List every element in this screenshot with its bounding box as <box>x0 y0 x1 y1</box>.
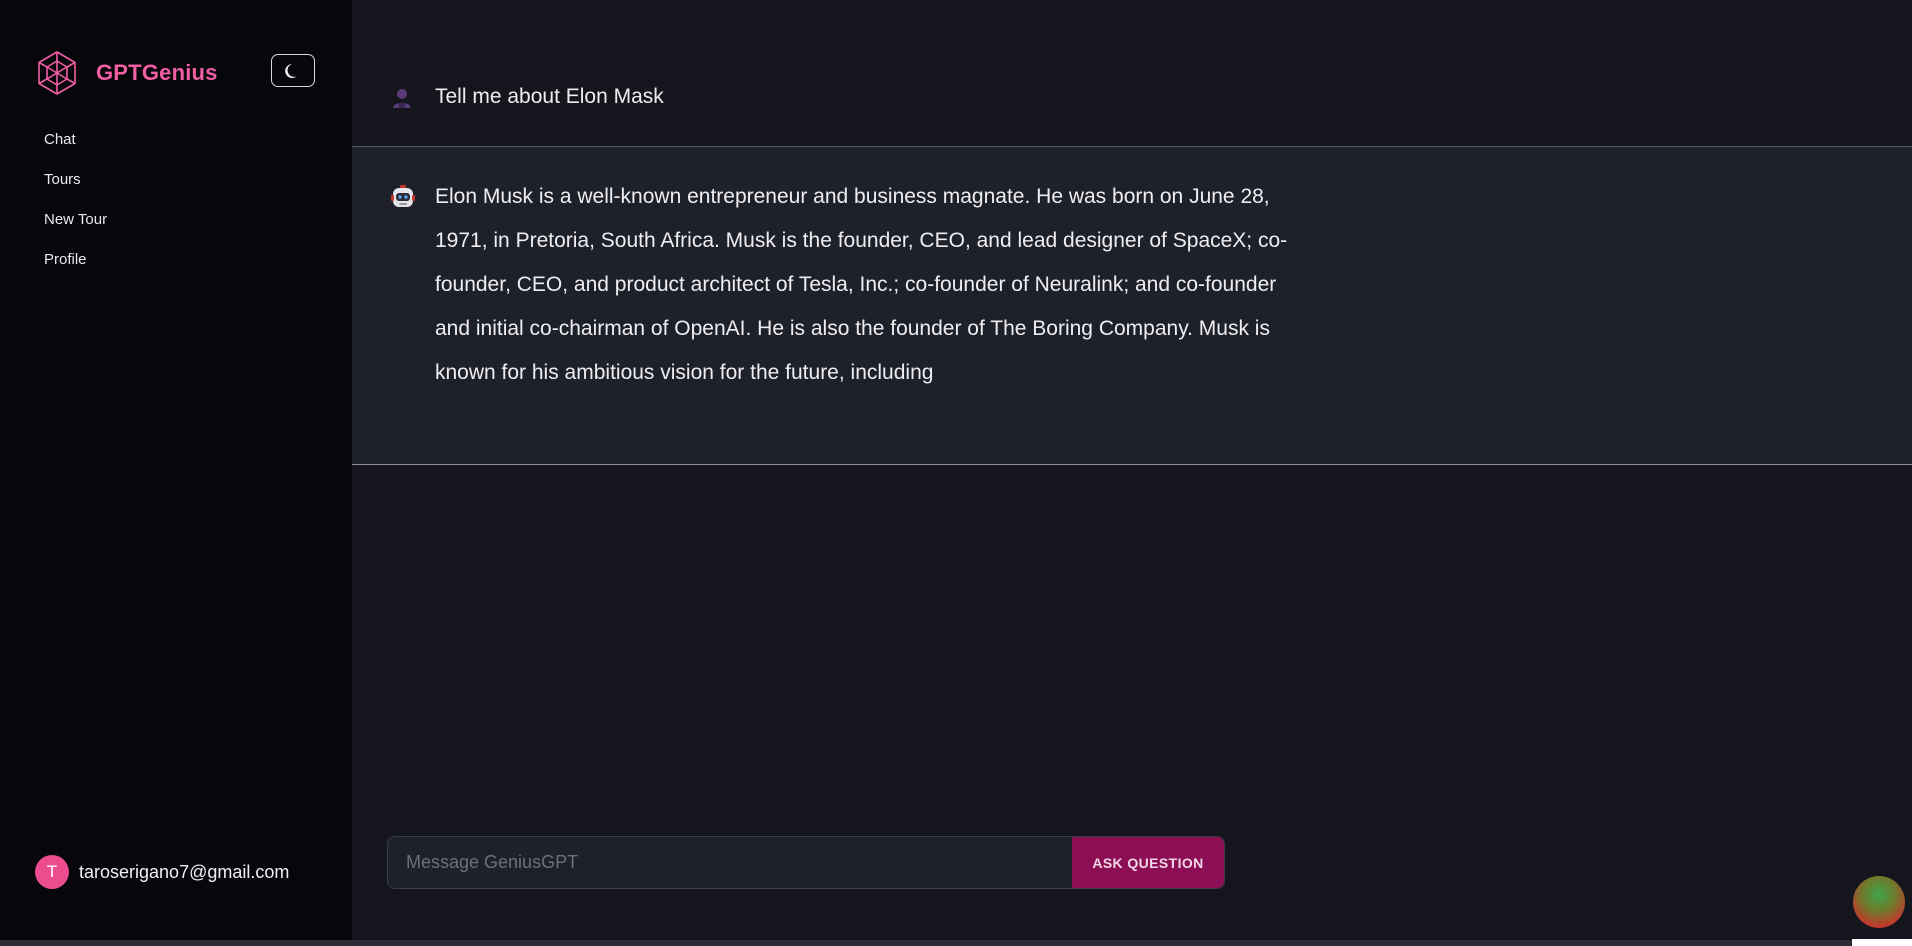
app-window: GPTGenius Chat Tours New Tour Profile T … <box>0 0 1912 946</box>
message-input[interactable] <box>388 837 1072 888</box>
user-account[interactable]: T taroserigano7@gmail.com <box>35 855 289 889</box>
assistant-message: Elon Musk is a well-known entrepreneur a… <box>352 147 1912 465</box>
logo-icon <box>38 51 76 95</box>
sidebar-nav: Chat Tours New Tour Profile <box>44 128 107 288</box>
user-message-text: Tell me about Elon Mask <box>435 85 664 108</box>
brand[interactable]: GPTGenius <box>34 50 218 96</box>
sidebar-item-new-tour[interactable]: New Tour <box>44 208 107 248</box>
user-icon <box>393 89 411 108</box>
theme-toggle-button[interactable] <box>271 54 315 87</box>
message-composer: ASK QUESTION <box>387 836 1225 889</box>
avatar: T <box>35 855 69 889</box>
chat-main: Tell me about Elon Mask Elon Musk is a w… <box>352 0 1912 946</box>
assistant-message-text: Elon Musk is a well-known entrepreneur a… <box>435 185 1288 384</box>
sidebar-item-chat[interactable]: Chat <box>44 128 107 168</box>
robot-icon <box>391 185 415 207</box>
ask-question-button[interactable]: ASK QUESTION <box>1072 837 1224 888</box>
sidebar-item-profile[interactable]: Profile <box>44 248 107 288</box>
user-email: taroserigano7@gmail.com <box>79 861 290 882</box>
moon-icon <box>285 63 297 78</box>
corner-strip <box>1852 939 1912 946</box>
brand-name: GPTGenius <box>96 60 218 85</box>
user-message: Tell me about Elon Mask <box>352 56 1912 147</box>
sidebar-item-tours[interactable]: Tours <box>44 168 107 208</box>
sidebar: GPTGenius Chat Tours New Tour Profile T … <box>0 0 352 946</box>
floating-assistant-icon[interactable] <box>1853 876 1905 928</box>
window-bottom-edge <box>0 940 1852 946</box>
